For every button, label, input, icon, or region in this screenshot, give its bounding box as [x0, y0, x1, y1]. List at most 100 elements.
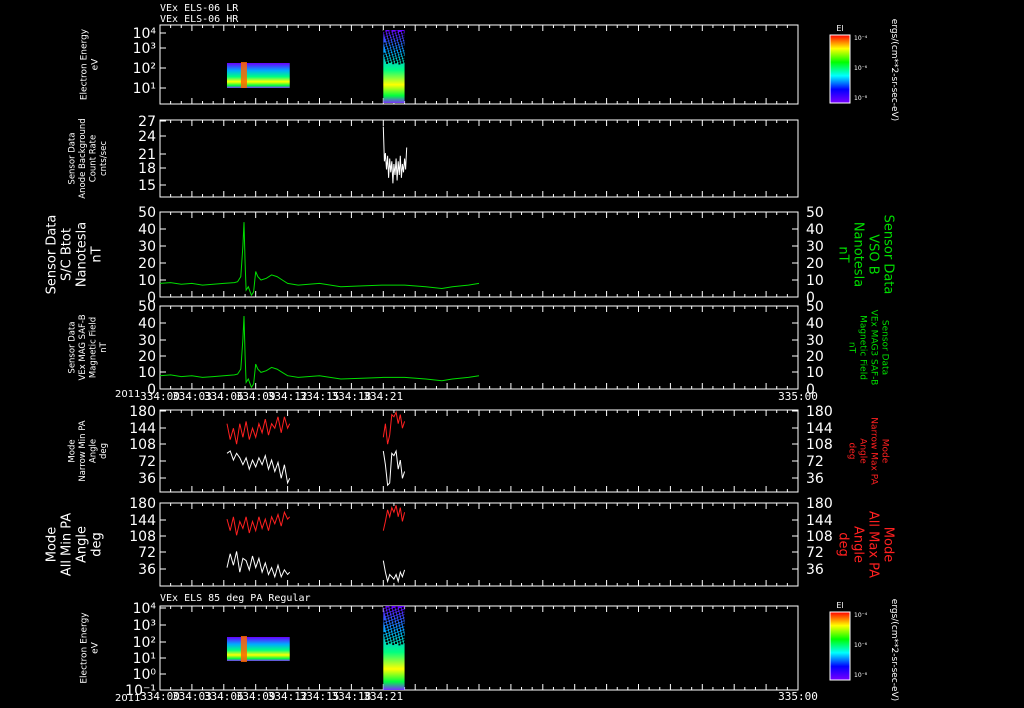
ytick-label-2-3: 20	[138, 256, 156, 272]
spectrogram-gap-6-98	[388, 641, 391, 644]
spectrogram-gap-6-104	[393, 610, 396, 613]
ylabel-right-3-2: Magnetic Field	[858, 315, 868, 380]
spectrogram-gap-0-97	[402, 43, 405, 46]
spectrogram-gap-6-43	[402, 635, 405, 638]
ytick-label-r-2-0: 50	[806, 205, 824, 221]
spectrogram-gap-6-75	[399, 634, 402, 637]
ytick-label-0-1: 10³	[133, 41, 156, 57]
spectrogram-gap-0-65	[384, 44, 387, 47]
spectrogram-gap-6-83	[398, 643, 401, 646]
series-line-5-1	[226, 551, 406, 584]
ytick-label-1-1: 24	[138, 129, 156, 145]
spectrogram-gap-0-78	[401, 41, 404, 44]
ylabel-right-3-0: Sensor Data	[880, 320, 890, 375]
ytick-label-r-3-3: 20	[806, 349, 824, 365]
spectrogram-gap-6-48	[399, 622, 402, 625]
spectrogram-gap-6-112	[392, 619, 395, 622]
spectrogram-gap-0-131	[393, 44, 396, 47]
spectrogram-gap-0-69	[394, 48, 397, 51]
ylabel-3-2: Magnetic Field	[88, 317, 98, 378]
ylabel-right-2-0: Sensor Data	[881, 215, 896, 295]
spectrogram-gap-6-88	[395, 630, 398, 633]
spectrogram-gap-0-45	[397, 57, 400, 60]
ytick-label-5-3: 72	[138, 545, 156, 561]
spectrogram-gap-0-44	[389, 40, 392, 43]
spectrogram-gap-0-107	[395, 53, 398, 56]
spectrogram-gap-6-58	[393, 633, 396, 636]
spectrogram-gap-6-78	[401, 618, 404, 621]
spectrogram-gap-6-121	[399, 610, 402, 613]
spectrogram-gap-0-55	[390, 34, 393, 37]
colorbar-tick-0-1: 10⁻⁶	[854, 65, 868, 72]
colorbar-tick-1-2: 10⁻⁸	[854, 672, 868, 679]
ylabel-2-2: Nanotesla	[75, 222, 90, 287]
spectrogram-gap-6-115	[394, 641, 397, 644]
ytick-label-4-2: 108	[129, 437, 156, 453]
spectrogram-gap-0-56	[398, 52, 401, 55]
spectrogram-gap-6-114	[387, 621, 390, 624]
spectrogram-gap-6-125	[388, 615, 391, 618]
ytick-label-r-5-2: 108	[806, 529, 833, 545]
spectrogram-gap-0-106	[387, 35, 390, 38]
ylabel-6-0: Electron Energy	[80, 612, 90, 684]
spectrogram-gap-6-100	[383, 606, 386, 608]
spectrogram-gap-0-99	[396, 45, 399, 48]
spectrogram-gap-6-90	[389, 632, 392, 635]
spectrogram-gap-0-129	[398, 42, 401, 45]
spectrogram-gap-6-85	[392, 607, 395, 610]
ytick-label-r-4-4: 36	[806, 471, 824, 487]
spectrogram-gap-0-134	[395, 30, 398, 33]
spectrogram-gap-6-113	[400, 639, 403, 642]
spectrogram-gap-6-110	[398, 617, 401, 620]
ytick-label-4-3: 72	[138, 454, 156, 470]
spectrogram-gap-0-79	[388, 58, 391, 61]
spectrogram-gap-6-126	[396, 635, 399, 638]
spectrogram-gap-0-40	[400, 36, 403, 39]
year-label-0: 2011	[115, 389, 140, 400]
ytick-label-r-4-3: 72	[806, 454, 824, 470]
ytick-label-2-2: 30	[138, 239, 156, 255]
spectrogram-gap-6-130	[385, 640, 388, 643]
ytick-label-r-5-4: 36	[806, 562, 824, 578]
ylabel-1-2: Count Rate	[88, 135, 98, 182]
ytick-label-6-4: 10⁰	[133, 667, 157, 683]
series-line-3-0	[159, 315, 480, 389]
spectrogram-gap-0-62	[403, 58, 406, 61]
spectrogram-gap-0-115	[394, 61, 397, 64]
spectrogram-gap-6-136	[390, 609, 393, 612]
ytick-label-r-4-0: 180	[806, 404, 833, 420]
spectrogram-gap-6-54	[404, 629, 407, 632]
spectrogram-gap-6-65	[384, 623, 387, 626]
spectrogram-spike-6	[240, 636, 247, 662]
ytick-label-r-3-1: 40	[806, 316, 824, 332]
spectrogram-gap-0-89	[403, 35, 406, 38]
panel-frame-1	[159, 119, 799, 198]
spectrogram-gap-6-116	[402, 624, 405, 627]
spectrogram-gap-0-83	[398, 62, 401, 65]
time-label-0-8: 335:00	[778, 390, 818, 403]
spectrogram-gap-6-60	[387, 636, 390, 639]
spectrogram-gap-6-68	[386, 607, 389, 610]
spectrogram-gap-6-133	[387, 624, 390, 627]
spectrogram-gap-0-77	[393, 56, 396, 59]
spectrogram-gap-6-52	[388, 627, 391, 630]
spectrogram-gap-0-60	[387, 56, 390, 59]
colorbar-1	[829, 611, 851, 681]
spectrogram-gap-0-125	[388, 38, 391, 41]
spectrogram-gap-0-81	[403, 60, 406, 63]
spectrogram-gap-6-117	[389, 606, 392, 609]
ytick-label-0-2: 10²	[133, 61, 156, 77]
ylabel-2-1: S/C Btot	[60, 228, 75, 281]
spectrogram-gap-0-91	[397, 37, 400, 40]
ytick-label-r-2-1: 40	[806, 222, 824, 238]
spectrogram-gap-0-113	[400, 59, 403, 62]
spectrogram-gap-6-82	[390, 623, 393, 626]
ytick-label-r-3-2: 30	[806, 333, 824, 349]
spectrogram-gap-6-47	[391, 640, 394, 643]
spectrogram-gap-0-74	[391, 37, 394, 40]
ylabel-right-4-0: Mode	[880, 439, 890, 464]
ylabel-4-0: Mode	[67, 439, 77, 462]
spectrogram-gap-0-101	[391, 47, 394, 50]
spectrogram-gap-6-89	[403, 612, 406, 615]
spectrogram-gap-6-137	[397, 629, 400, 632]
